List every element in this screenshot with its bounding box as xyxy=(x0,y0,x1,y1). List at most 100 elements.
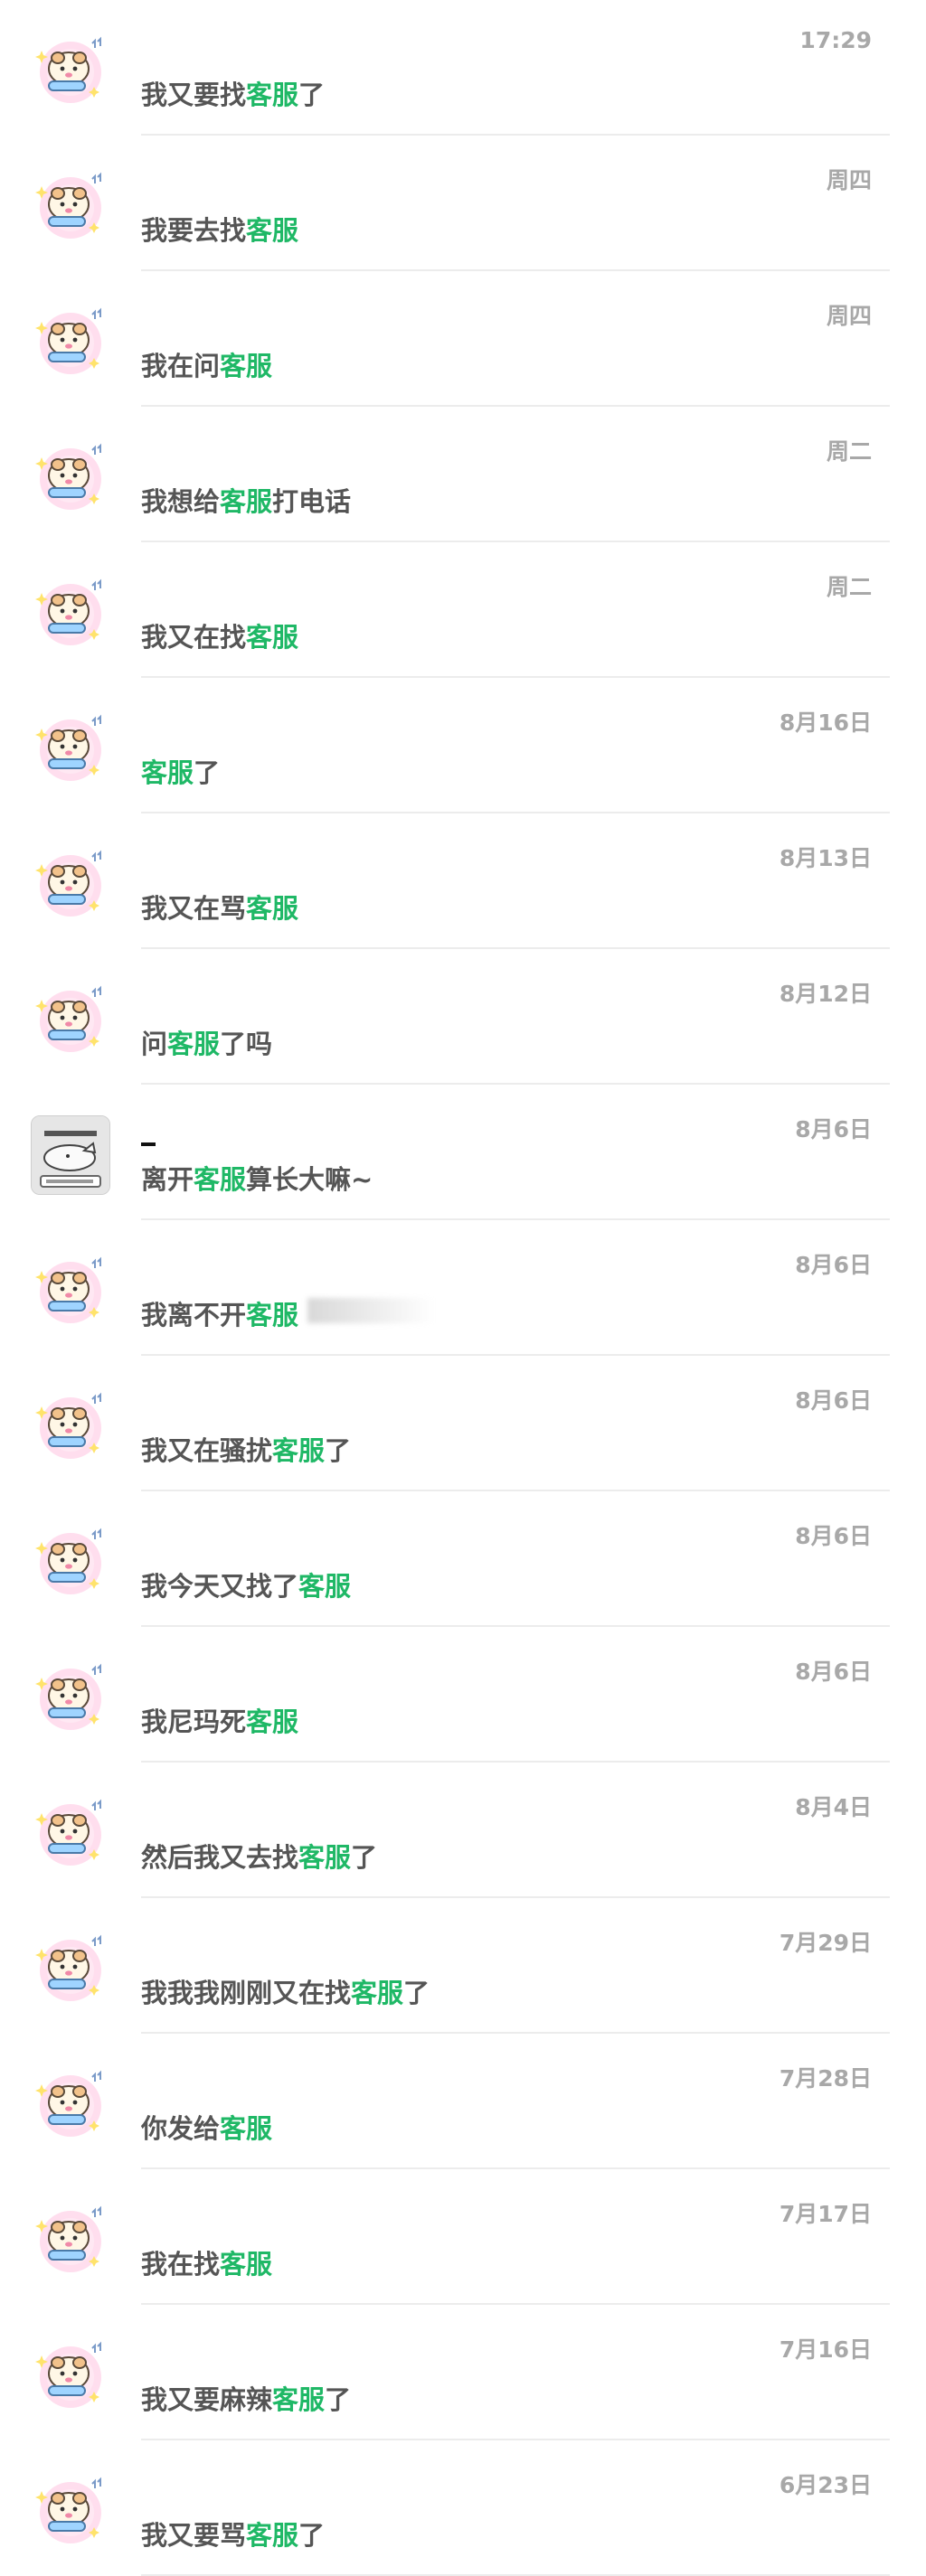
hamster-avatar-icon xyxy=(35,1528,101,1594)
preview-text: 我又在找 xyxy=(141,622,247,653)
highlighted-keyword: 客服 xyxy=(220,351,273,381)
preview-text: 我今天又找了 xyxy=(141,1571,299,1602)
message-time: 8月13日 xyxy=(779,845,872,871)
message-time: 8月6日 xyxy=(795,1659,872,1685)
hamster-avatar-icon xyxy=(35,850,101,917)
chat-result-row[interactable]: 周四 我在问客服 xyxy=(0,271,926,407)
highlighted-keyword: 客服 xyxy=(167,1029,221,1059)
preview-text: 问 xyxy=(141,1029,168,1059)
highlighted-keyword: 客服 xyxy=(246,1300,299,1330)
hamster-avatar-icon xyxy=(35,36,101,103)
message-time: 8月6日 xyxy=(795,1116,872,1142)
highlighted-keyword: 客服 xyxy=(194,1164,247,1195)
chat-result-row[interactable]: 7月28日 你发给客服 xyxy=(0,2034,926,2169)
chat-result-row[interactable]: 8月12日 问客服了吗 xyxy=(0,949,926,1085)
highlighted-keyword: 客服 xyxy=(298,1571,352,1602)
message-preview: 我又在骚扰客服了 xyxy=(141,1430,351,1468)
avatar xyxy=(31,573,110,653)
preview-text: 我在找 xyxy=(141,2249,221,2280)
chat-result-row[interactable]: 8月6日 我尼玛死客服 xyxy=(0,1627,926,1763)
avatar xyxy=(31,2064,110,2144)
chat-result-row[interactable]: 8月6日 我离不开客服 xyxy=(0,1220,926,1356)
preview-text: 我在问 xyxy=(141,351,221,381)
chat-result-row[interactable]: 8月6日 我今天又找了客服 xyxy=(0,1491,926,1627)
chat-result-row[interactable]: 8月16日 客服了 xyxy=(0,678,926,813)
preview-text: 了 xyxy=(298,80,326,110)
message-preview: 我又在找客服 xyxy=(141,616,298,654)
message-time: 周二 xyxy=(826,574,872,600)
chat-result-row[interactable]: 周二 我想给客服打电话 xyxy=(0,407,926,542)
cat-avatar-icon xyxy=(32,1116,109,1194)
hamster-avatar-icon xyxy=(35,985,101,1052)
chat-result-row[interactable]: 7月29日 我我我刚刚又在找客服了 xyxy=(0,1898,926,2034)
highlighted-keyword: 客服 xyxy=(246,1706,299,1737)
preview-text: 了 xyxy=(325,1435,352,1466)
avatar xyxy=(31,709,110,788)
preview-text: 我要去找 xyxy=(141,215,247,246)
preview-text: 我又要找 xyxy=(141,80,247,110)
highlighted-keyword: 客服 xyxy=(272,1435,326,1466)
message-preview: 我又在骂客服 xyxy=(141,888,298,926)
preview-text: 离开 xyxy=(141,1164,194,1195)
avatar xyxy=(31,1793,110,1873)
chat-result-row[interactable]: 8月6日 离开客服算长大嘛~ xyxy=(0,1085,926,1220)
preview-text: 了 xyxy=(298,2520,326,2551)
hamster-avatar-icon xyxy=(35,307,101,374)
hamster-avatar-icon xyxy=(35,1392,101,1459)
preview-text: 了 xyxy=(194,757,221,788)
hamster-avatar-icon xyxy=(35,714,101,781)
preview-text: 我我我刚刚又在找 xyxy=(141,1978,352,2008)
chat-result-row[interactable]: 7月16日 我又要麻辣客服了 xyxy=(0,2305,926,2440)
preview-text: 了吗 xyxy=(220,1029,273,1059)
avatar xyxy=(31,166,110,246)
preview-text: 我想给 xyxy=(141,486,221,517)
preview-text: 我离不开 xyxy=(141,1300,247,1330)
message-time: 8月4日 xyxy=(795,1794,872,1820)
highlighted-keyword: 客服 xyxy=(246,215,299,246)
message-time: 7月16日 xyxy=(779,2336,872,2363)
message-preview: 我想给客服打电话 xyxy=(141,481,351,519)
avatar xyxy=(31,1115,110,1195)
chat-result-row[interactable]: 8月4日 然后我又去找客服了 xyxy=(0,1763,926,1898)
message-time: 8月12日 xyxy=(779,981,872,1007)
highlighted-keyword: 客服 xyxy=(246,622,299,653)
chat-result-row[interactable]: 8月13日 我又在骂客服 xyxy=(0,813,926,949)
preview-text: 打电话 xyxy=(272,486,352,517)
hamster-avatar-icon xyxy=(35,172,101,239)
avatar xyxy=(31,980,110,1059)
message-preview: 客服了 xyxy=(141,752,220,790)
message-preview: 然后我又去找客服了 xyxy=(141,1837,377,1875)
message-time: 7月29日 xyxy=(779,1930,872,1956)
avatar xyxy=(31,302,110,381)
preview-text: 我又要骂 xyxy=(141,2520,247,2551)
chat-result-row[interactable]: 8月6日 我又在骚扰客服了 xyxy=(0,1356,926,1491)
message-preview: 我离不开客服 xyxy=(141,1294,298,1332)
chat-result-row[interactable]: 17:29 我又要找客服了 xyxy=(0,0,926,136)
highlighted-keyword: 客服 xyxy=(351,1978,404,2008)
message-preview: 我在找客服 xyxy=(141,2243,272,2281)
message-time: 周四 xyxy=(826,167,872,193)
highlighted-keyword: 客服 xyxy=(220,486,273,517)
chat-result-row[interactable]: 周四 我要去找客服 xyxy=(0,136,926,271)
avatar xyxy=(31,2336,110,2415)
highlighted-keyword: 客服 xyxy=(246,893,299,924)
message-preview: 我又要找客服了 xyxy=(141,74,325,112)
preview-text: 了 xyxy=(325,2384,352,2415)
chat-result-row[interactable]: 6月23日 我又要骂客服了 xyxy=(0,2440,926,2576)
hamster-avatar-icon xyxy=(35,2477,101,2543)
sender-name-fragment xyxy=(141,1142,156,1146)
highlighted-keyword: 客服 xyxy=(220,2113,273,2144)
message-time: 8月6日 xyxy=(795,1523,872,1549)
chat-result-row[interactable]: 周二 我又在找客服 xyxy=(0,542,926,678)
chat-result-row[interactable]: 7月17日 我在找客服 xyxy=(0,2169,926,2305)
preview-text: 然后我又去找 xyxy=(141,1842,299,1873)
highlighted-keyword: 客服 xyxy=(220,2249,273,2280)
preview-text: 我又要麻辣 xyxy=(141,2384,273,2415)
highlighted-keyword: 客服 xyxy=(272,2384,326,2415)
avatar xyxy=(31,1929,110,2008)
avatar xyxy=(31,1522,110,1602)
message-preview: 我在问客服 xyxy=(141,345,272,383)
hamster-avatar-icon xyxy=(35,1799,101,1866)
message-time: 7月17日 xyxy=(779,2201,872,2227)
message-time: 17:29 xyxy=(799,27,872,53)
